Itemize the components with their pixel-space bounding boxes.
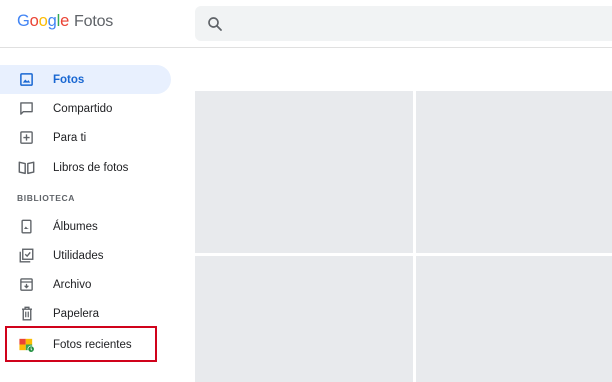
- sidebar-item-label: Para ti: [53, 131, 87, 144]
- utilities-icon: [18, 247, 35, 264]
- album-icon: [18, 218, 35, 235]
- logo-product-text: Fotos: [74, 13, 114, 30]
- search-icon[interactable]: [206, 15, 224, 33]
- sidebar-item-libros-de-fotos[interactable]: Libros de fotos: [0, 153, 171, 182]
- google-photos-logo[interactable]: Google Fotos: [17, 12, 113, 36]
- logo-google-text: Google: [17, 12, 70, 30]
- archive-icon: [18, 276, 35, 293]
- sidebar-item-label: Álbumes: [53, 220, 98, 233]
- sidebar-item-para-ti[interactable]: Para ti: [0, 123, 171, 152]
- section-title-biblioteca: BIBLIOTECA: [17, 193, 75, 203]
- sidebar-item-label: Utilidades: [53, 249, 104, 262]
- sidebar-item-albumes[interactable]: Álbumes: [0, 212, 171, 241]
- search-bar[interactable]: [195, 6, 612, 41]
- photo-grid: [195, 91, 612, 382]
- sidebar-item-label: Archivo: [53, 278, 92, 291]
- sidebar-item-label: Libros de fotos: [53, 161, 129, 174]
- sidebar-item-utilidades[interactable]: Utilidades: [0, 241, 171, 270]
- sidebar-item-fotos[interactable]: Fotos: [0, 65, 171, 94]
- sidebar-item-label: Compartido: [53, 102, 113, 115]
- highlight-box: [5, 326, 157, 362]
- top-bar: Google Fotos: [0, 0, 612, 48]
- add-box-icon: [18, 129, 35, 146]
- sidebar-item-papelera[interactable]: Papelera: [0, 299, 171, 328]
- photo-tile[interactable]: [416, 91, 612, 253]
- sidebar-item-archivo[interactable]: Archivo: [0, 270, 171, 299]
- chat-bubble-icon: [18, 100, 35, 117]
- sidebar-item-label: Papelera: [53, 307, 100, 320]
- photo-tile[interactable]: [195, 91, 413, 253]
- photo-icon: [18, 71, 35, 88]
- book-icon: [18, 159, 35, 176]
- photo-tile[interactable]: [416, 256, 612, 382]
- sidebar-item-label: Fotos: [53, 73, 85, 86]
- trash-icon: [18, 305, 35, 322]
- photo-tile[interactable]: [195, 256, 413, 382]
- sidebar-item-compartido[interactable]: Compartido: [0, 94, 171, 123]
